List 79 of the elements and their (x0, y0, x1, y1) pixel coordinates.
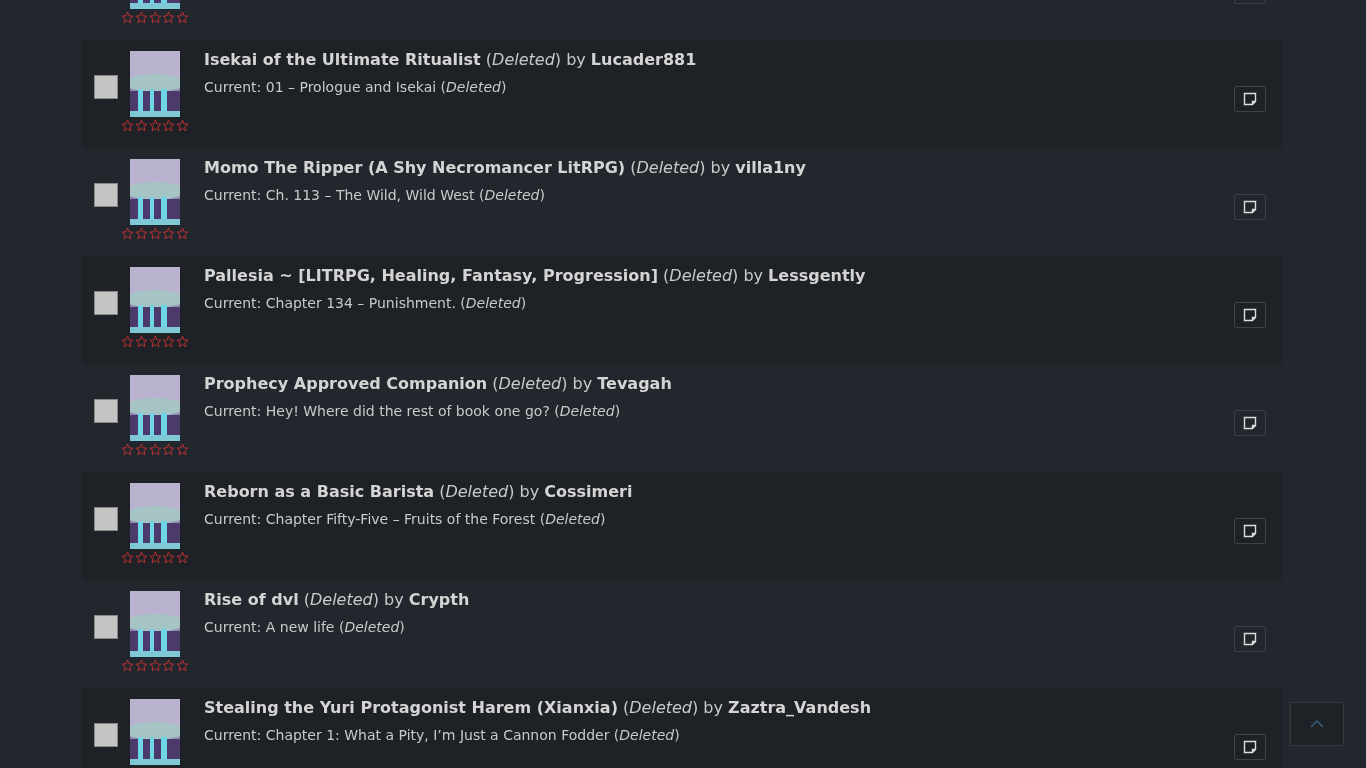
empty-star-icon[interactable] (148, 119, 162, 132)
empty-star-icon[interactable] (121, 227, 134, 240)
current-chapter-line: Current: A new life (Deleted) (204, 618, 406, 637)
note-button[interactable] (1234, 86, 1266, 112)
note-button[interactable] (1234, 518, 1266, 544)
current-chapter-line: Current: 01 – Prologue and Isekai (Deleted) (204, 78, 508, 97)
story-title-line: Stealing the Yuri Protagonist Harem (Xianxia) (Deleted) by Zaztra_Vandesh (204, 697, 873, 719)
empty-star-icon[interactable] (134, 443, 148, 456)
empty-star-icon[interactable] (148, 227, 162, 240)
note-icon (1243, 524, 1257, 538)
current-chapter-line: Current: Chapter Fifty-Five – Fruits of the Forest (Deleted) (204, 510, 607, 529)
note-icon (1243, 92, 1257, 106)
empty-star-icon[interactable] (176, 11, 189, 24)
empty-star-icon[interactable] (121, 335, 134, 348)
empty-star-icon[interactable] (162, 551, 176, 564)
empty-star-icon[interactable] (134, 227, 148, 240)
note-button[interactable] (1234, 194, 1266, 220)
current-chapter-line: Current: Chapter 1: What a Pity, I’m Just a Cannon Fodder (Deleted) (204, 726, 681, 745)
story-title-line: Momo The Ripper (A Shy Necromancer LitRPG) (Deleted) by villa1ny (204, 157, 807, 179)
cover-image-drawing[interactable] (130, 267, 180, 333)
note-icon (1243, 416, 1257, 430)
empty-star-icon[interactable] (176, 227, 189, 240)
empty-star-icon[interactable] (134, 11, 148, 24)
empty-star-icon[interactable] (148, 11, 162, 24)
cover-image-drawing[interactable] (130, 483, 180, 549)
story-title-line: Rise of dvl (Deleted) by Crypth (204, 589, 471, 611)
empty-star-icon[interactable] (162, 11, 176, 24)
current-chapter-line: Current: Ch. 113 – The Wild, Wild West (Deleted) (204, 186, 546, 205)
empty-star-icon[interactable] (148, 335, 162, 348)
empty-star-icon[interactable] (134, 659, 148, 672)
empty-star-icon[interactable] (121, 443, 134, 456)
story-title-line: Reborn as a Basic Barista (Deleted) by Cossimeri (204, 481, 634, 503)
empty-star-icon[interactable] (148, 443, 162, 456)
empty-star-icon[interactable] (134, 551, 148, 564)
note-icon (1243, 740, 1257, 754)
note-icon (1243, 200, 1257, 214)
empty-star-icon[interactable] (162, 659, 176, 672)
note-button[interactable] (1234, 302, 1266, 328)
current-chapter-line: Current: Chapter 134 – Punishment. (Deleted) (204, 294, 528, 313)
empty-star-icon[interactable] (121, 659, 134, 672)
empty-star-icon[interactable] (148, 659, 162, 672)
note-button[interactable] (1234, 626, 1266, 652)
note-icon (1243, 632, 1257, 646)
empty-star-icon[interactable] (121, 11, 134, 24)
empty-star-icon[interactable] (176, 335, 189, 348)
scroll-to-top-button[interactable] (1290, 702, 1344, 746)
empty-star-icon[interactable] (176, 551, 189, 564)
empty-star-icon[interactable] (176, 443, 189, 456)
chevron-up-icon (1310, 720, 1324, 728)
empty-star-icon[interactable] (162, 227, 176, 240)
story-title-line: Isekai of the Ultimate Ritualist (Deleted) by Lucader881 (204, 49, 698, 71)
note-button[interactable] (1234, 734, 1266, 760)
empty-star-icon[interactable] (176, 119, 189, 132)
empty-star-icon[interactable] (148, 551, 162, 564)
story-title-line: Pallesia ~ [LITRPG, Healing, Fantasy, Progression] (Deleted) by Lessgently (204, 265, 867, 287)
empty-star-icon[interactable] (176, 659, 189, 672)
select-checkbox[interactable] (94, 183, 118, 207)
empty-star-icon[interactable] (162, 443, 176, 456)
current-chapter-line: Current: Hey! Where did the rest of book one go? (Deleted) (204, 402, 622, 421)
select-checkbox[interactable] (94, 291, 118, 315)
select-checkbox[interactable] (94, 399, 118, 423)
select-checkbox[interactable] (94, 75, 118, 99)
note-icon (1243, 308, 1257, 322)
story-title-line: Prophecy Approved Companion (Deleted) by Tevagah (204, 373, 673, 395)
cover-image-drawing[interactable] (130, 375, 180, 441)
cover-image-drawing[interactable] (130, 699, 180, 765)
empty-star-icon[interactable] (121, 551, 134, 564)
empty-star-icon[interactable] (134, 335, 148, 348)
empty-star-icon[interactable] (134, 119, 148, 132)
empty-star-icon[interactable] (162, 335, 176, 348)
select-checkbox[interactable] (94, 507, 118, 531)
cover-image-drawing[interactable] (130, 159, 180, 225)
cover-image-drawing[interactable] (130, 51, 180, 117)
note-button[interactable] (1234, 410, 1266, 436)
select-checkbox[interactable] (94, 615, 118, 639)
select-checkbox[interactable] (94, 723, 118, 747)
empty-star-icon[interactable] (162, 119, 176, 132)
empty-star-icon[interactable] (121, 119, 134, 132)
cover-image-drawing[interactable] (130, 591, 180, 657)
